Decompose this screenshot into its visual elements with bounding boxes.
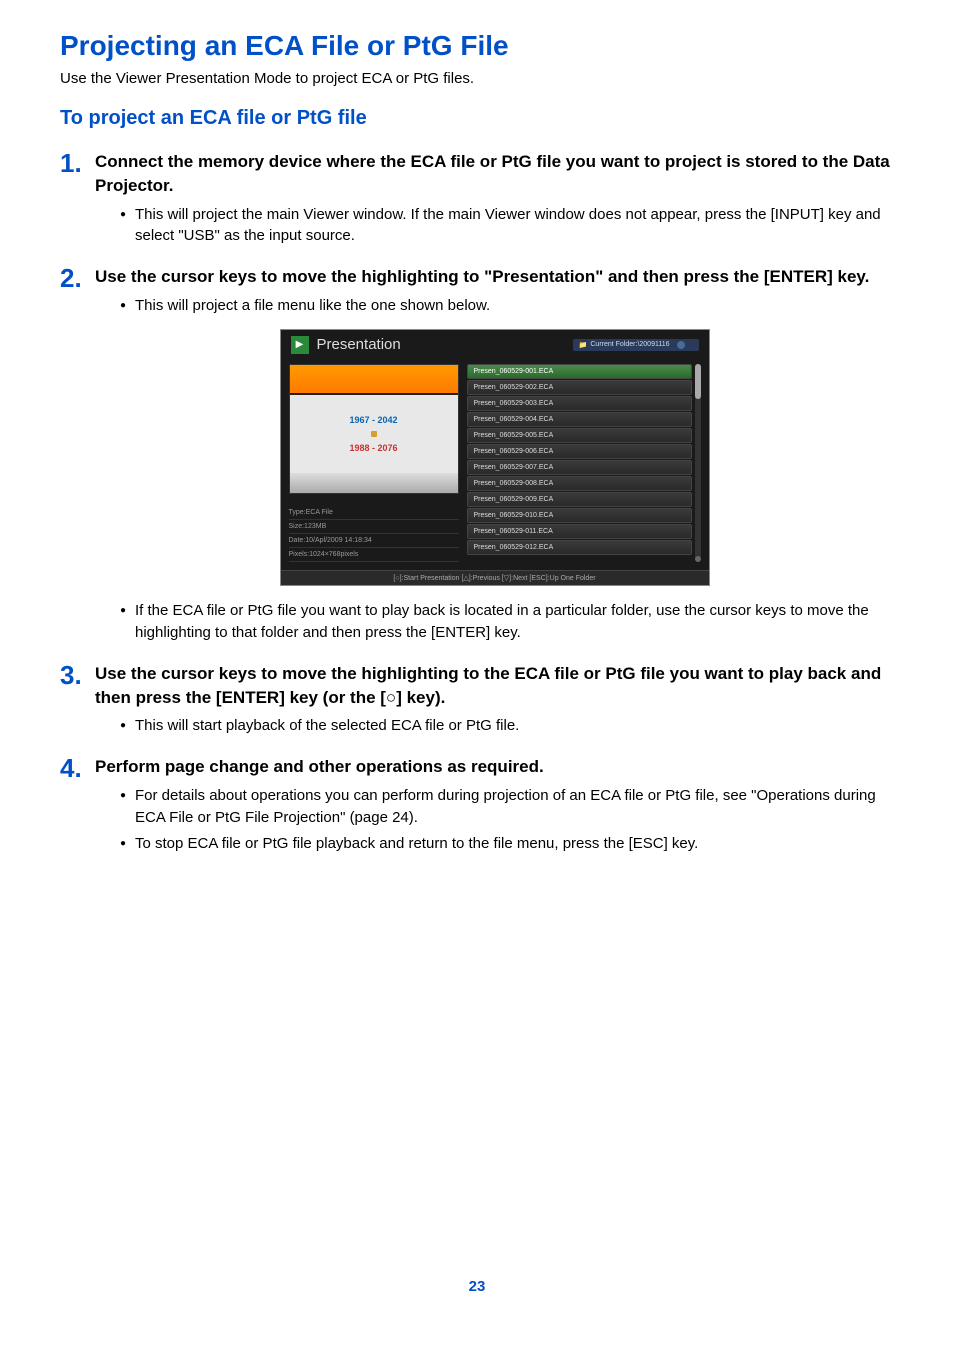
step-1-heading: Connect the memory device where the ECA …	[95, 150, 894, 198]
ss-footer-hints: [○]:Start Presentation [△]:Previous [▽]:…	[281, 570, 709, 585]
file-menu-screenshot: ▶ Presentation 📁 Current Folder:\2009111…	[280, 329, 710, 587]
file-item[interactable]: Presen_060529-008.ECA	[467, 476, 692, 491]
step-3-heading: Use the cursor keys to move the highligh…	[95, 662, 894, 710]
meta-size: Size:123MB	[289, 520, 459, 534]
page-number: 23	[60, 1278, 894, 1295]
sub-title: To project an ECA file or PtG file	[60, 107, 894, 130]
step-4-bullet-2: To stop ECA file or PtG file playback an…	[120, 833, 894, 855]
step-2-bullet-1: This will project a file menu like the o…	[120, 295, 894, 317]
step-4-bullet-1: For details about operations you can per…	[120, 785, 894, 829]
folder-arrow-icon	[677, 341, 685, 349]
file-list: Presen_060529-001.ECA Presen_060529-002.…	[467, 364, 692, 563]
scrollbar[interactable]	[695, 364, 701, 563]
file-item[interactable]: Presen_060529-004.ECA	[467, 412, 692, 427]
file-item[interactable]: Presen_060529-006.ECA	[467, 444, 692, 459]
file-item[interactable]: Presen_060529-005.ECA	[467, 428, 692, 443]
file-item[interactable]: Presen_060529-010.ECA	[467, 508, 692, 523]
file-item[interactable]: Presen_060529-011.ECA	[467, 524, 692, 539]
file-meta: Type:ECA File Size:123MB Date:10/Apl/200…	[289, 506, 459, 563]
meta-date: Date:10/Apl/2009 14:18:34	[289, 534, 459, 548]
step-1-bullet-1: This will project the main Viewer window…	[120, 204, 894, 248]
step-2-after-bullet-1: If the ECA file or PtG file you want to …	[120, 600, 894, 644]
file-item[interactable]: Presen_060529-003.ECA	[467, 396, 692, 411]
ss-title: Presentation	[317, 336, 573, 353]
file-item[interactable]: Presen_060529-002.ECA	[467, 380, 692, 395]
preview-thumbnail: 1967 - 2042 1988 - 2076	[289, 364, 459, 494]
step-1: 1. Connect the memory device where the E…	[60, 150, 894, 251]
preview-year-2: 1988 - 2076	[349, 443, 397, 453]
step-3: 3. Use the cursor keys to move the highl…	[60, 662, 894, 741]
step-number-4: 4.	[60, 755, 95, 781]
scroll-end-icon	[695, 556, 701, 562]
meta-type: Type:ECA File	[289, 506, 459, 520]
step-4-heading: Perform page change and other operations…	[95, 755, 894, 779]
step-2: 2. Use the cursor keys to move the highl…	[60, 265, 894, 648]
file-item[interactable]: Presen_060529-001.ECA	[467, 364, 692, 379]
current-folder-badge: 📁 Current Folder:\20091116	[573, 339, 699, 351]
file-item[interactable]: Presen_060529-009.ECA	[467, 492, 692, 507]
step-number-2: 2.	[60, 265, 95, 291]
folder-icon: 📁	[579, 341, 588, 349]
scroll-thumb[interactable]	[695, 364, 701, 399]
main-title: Projecting an ECA File or PtG File	[60, 30, 894, 62]
step-number-1: 1.	[60, 150, 95, 176]
preview-year-1: 1967 - 2042	[349, 415, 397, 425]
meta-pixels: Pixels:1024×768pixels	[289, 548, 459, 562]
step-4: 4. Perform page change and other operati…	[60, 755, 894, 858]
step-3-bullet-1: This will start playback of the selected…	[120, 715, 894, 737]
step-number-3: 3.	[60, 662, 95, 688]
intro-text: Use the Viewer Presentation Mode to proj…	[60, 70, 894, 87]
presentation-icon: ▶	[291, 336, 309, 354]
step-2-heading: Use the cursor keys to move the highligh…	[95, 265, 894, 289]
file-item[interactable]: Presen_060529-007.ECA	[467, 460, 692, 475]
file-item[interactable]: Presen_060529-012.ECA	[467, 540, 692, 555]
